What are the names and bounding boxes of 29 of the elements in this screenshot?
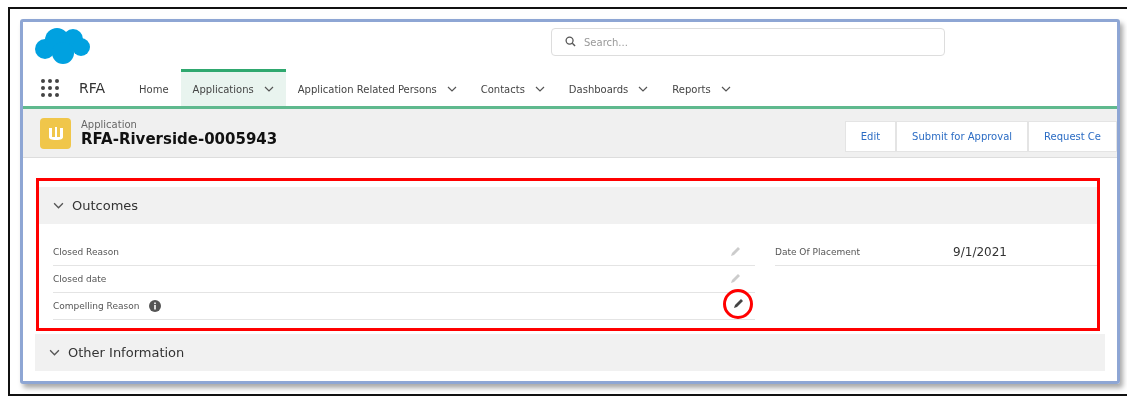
nav-tab[interactable]: Dashboards <box>556 69 661 106</box>
nav-tab[interactable]: Reports <box>660 69 743 106</box>
field-label: Closed Reason <box>53 247 119 257</box>
section-header[interactable]: Other Information <box>35 334 1105 371</box>
app-name: RFA <box>79 79 106 96</box>
app-launcher-icon[interactable] <box>41 78 59 97</box>
search-field[interactable]: Search... <box>551 28 945 56</box>
section-title: Outcomes <box>72 198 139 213</box>
section-header[interactable]: Outcomes <box>39 187 1097 224</box>
field-label: Closed date <box>53 274 107 284</box>
record-title: RFA-Riverside-0005943 <box>81 129 278 148</box>
chevron-down-icon <box>49 349 60 356</box>
search-icon <box>565 36 576 47</box>
field-label: Compelling Reason <box>53 301 140 311</box>
action-button[interactable]: Request Ce <box>1028 120 1117 152</box>
field-label: Date Of Placement <box>775 247 860 257</box>
nav-tab[interactable]: Home <box>127 69 181 106</box>
field-value: 9/1/2021 <box>953 245 1007 259</box>
nav-tab[interactable]: Contacts <box>468 69 557 106</box>
pencil-icon[interactable] <box>732 298 744 310</box>
cloud-logo-icon[interactable] <box>33 26 91 65</box>
nav-tab[interactable]: Application Related Persons <box>285 69 469 106</box>
action-button[interactable]: Edit <box>844 120 897 152</box>
nav-tab[interactable]: Applications <box>180 69 286 106</box>
record-icon <box>40 117 71 149</box>
chevron-down-icon <box>53 202 64 209</box>
action-button[interactable]: Submit for Approval <box>896 120 1029 152</box>
section-title: Other Information <box>68 345 185 360</box>
record-type: Application <box>81 118 138 130</box>
